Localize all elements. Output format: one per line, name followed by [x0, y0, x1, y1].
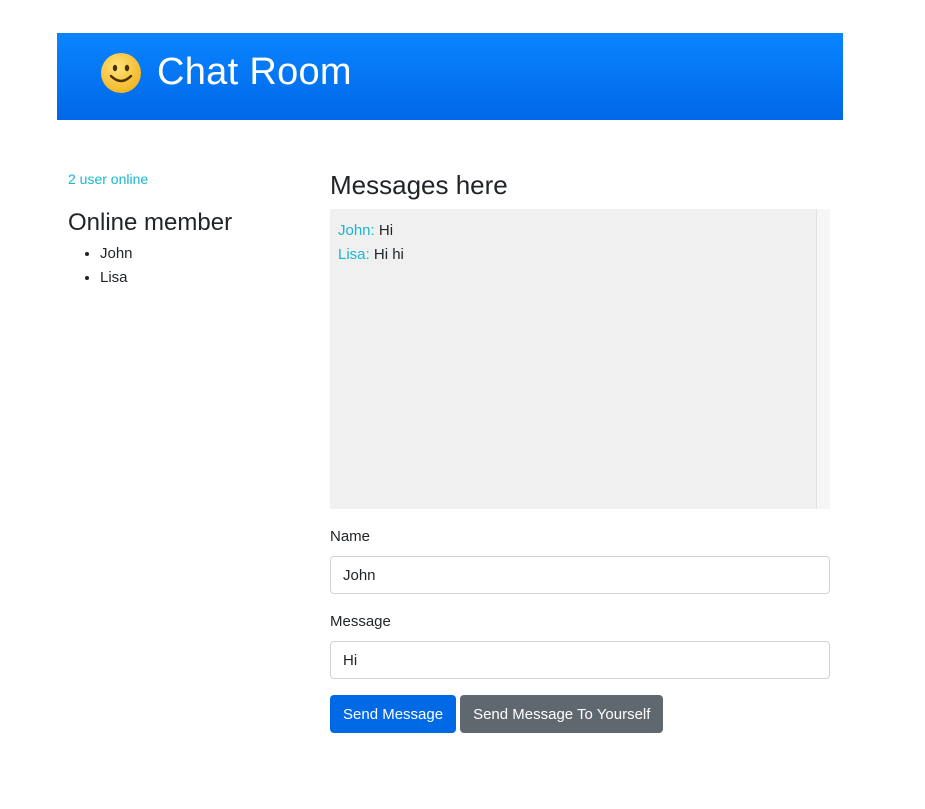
online-count: 2 user online [68, 171, 149, 187]
message-input[interactable] [330, 641, 830, 679]
message-text: Hi [378, 222, 394, 239]
message-item: John: Hi [338, 219, 822, 243]
member-item: John [100, 242, 298, 266]
member-item: Lisa [100, 266, 298, 290]
message-label: Message [330, 613, 391, 630]
form-buttons: Send Message Send Message To Yourself [330, 695, 830, 733]
message-text: Hi hi [373, 246, 404, 263]
smiley-icon [101, 53, 141, 93]
message-sender: Lisa: [338, 246, 370, 263]
message-sender: John: [338, 222, 375, 239]
online-members-list: John Lisa [68, 242, 298, 290]
message-item: Lisa: Hi hi [338, 243, 822, 267]
name-label: Name [330, 528, 371, 545]
chat-main: Messages here John: Hi Lisa: Hi hi Name … [330, 166, 830, 733]
send-message-button[interactable]: Send Message [330, 695, 457, 733]
page-header: Chat Room [57, 33, 843, 120]
page-title: Chat Room [157, 51, 352, 93]
sidebar: 2 user online Online member John Lisa [68, 168, 298, 290]
send-to-yourself-button[interactable]: Send Message To Yourself [460, 695, 664, 733]
messages-scrollbar[interactable] [816, 209, 830, 509]
messages-box[interactable]: John: Hi Lisa: Hi hi [330, 209, 830, 509]
online-members-heading: Online member [68, 209, 233, 236]
messages-heading: Messages here [330, 170, 508, 200]
name-input[interactable] [330, 556, 830, 594]
